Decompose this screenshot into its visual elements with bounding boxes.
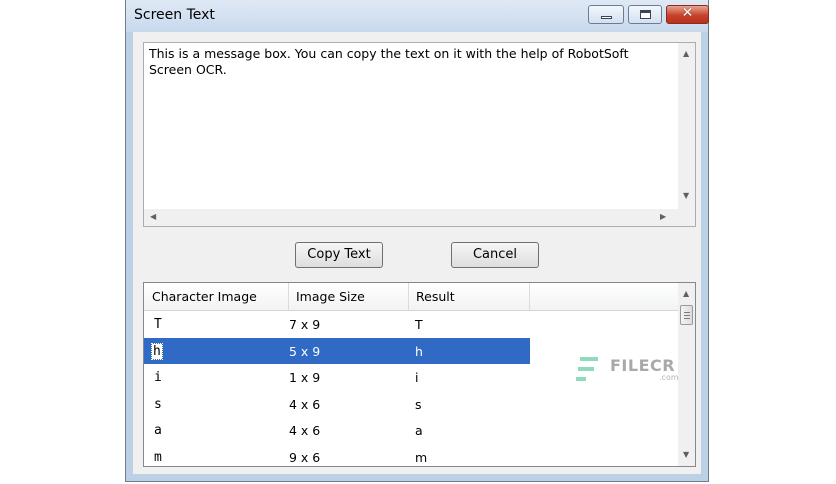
watermark: FILECR .com [576,352,686,388]
watermark-suffix: .com [659,373,679,382]
minimize-button[interactable] [588,5,624,24]
close-button[interactable]: ✕ [666,5,709,24]
recognized-text: This is a message box. You can copy the … [149,46,629,77]
image-size: 4 x 6 [289,396,321,412]
scroll-thumb[interactable] [680,305,693,325]
dialog-client-area: This is a message box. You can copy the … [133,32,701,474]
recognized-text-box[interactable]: This is a message box. You can copy the … [143,42,696,227]
image-size: 9 x 6 [289,449,321,465]
result: s [415,396,422,412]
character-image: m [154,449,162,465]
cancel-button[interactable]: Cancel [451,242,539,268]
list-row-selected[interactable]: h 5 x 9 h [144,337,530,364]
maximize-icon [640,10,651,19]
scroll-right-icon[interactable]: ▶ [660,212,666,221]
list-row[interactable]: T 7 x 9 T [144,311,678,338]
scroll-left-icon[interactable]: ◀ [150,212,156,221]
character-image: h [151,342,163,360]
image-size: 4 x 6 [289,423,321,438]
result: i [415,370,419,385]
watermark-logo-icon [576,357,598,381]
image-size: 5 x 9 [289,343,321,359]
character-image: i [154,370,162,385]
list-row[interactable]: m 9 x 6 m [144,444,678,467]
result: T [415,317,423,332]
thumb-grip [684,312,690,313]
result: a [415,423,423,438]
scroll-down-icon[interactable]: ▼ [683,191,689,200]
image-size: 1 x 9 [289,370,321,385]
scroll-down-icon[interactable]: ▼ [683,450,689,459]
column-header-result[interactable]: Result [409,283,530,310]
minimize-icon [601,16,612,19]
image-size: 7 x 9 [289,317,321,332]
thumb-grip [684,318,690,319]
text-horizontal-scrollbar[interactable]: ◀ ▶ [144,209,695,226]
thumb-grip [684,315,690,316]
result: h [415,343,423,359]
maximize-button[interactable] [628,5,662,24]
text-vertical-scrollbar[interactable]: ▲ ▼ [678,43,695,209]
close-icon: ✕ [681,5,694,21]
list-rows: T 7 x 9 T h 5 x 9 h i 1 x 9 i s 4 x 6 s … [144,311,678,467]
character-image: a [154,423,162,438]
character-image: T [154,317,162,332]
window-title: Screen Text [134,7,215,23]
copy-text-button[interactable]: Copy Text [295,242,383,268]
column-header-character-image[interactable]: Character Image [144,283,289,310]
column-header-image-size[interactable]: Image Size [289,283,409,310]
screen-text-window: Screen Text ✕ This is a message box. You… [125,0,709,482]
list-row[interactable]: a 4 x 6 a [144,417,678,444]
title-bar[interactable]: Screen Text ✕ [126,0,709,32]
scroll-up-icon[interactable]: ▲ [683,289,689,298]
list-header: Character Image Image Size Result [144,283,678,311]
character-image: s [154,396,162,412]
scroll-up-icon[interactable]: ▲ [683,49,689,58]
result: m [415,449,428,465]
list-row[interactable]: s 4 x 6 s [144,391,678,418]
